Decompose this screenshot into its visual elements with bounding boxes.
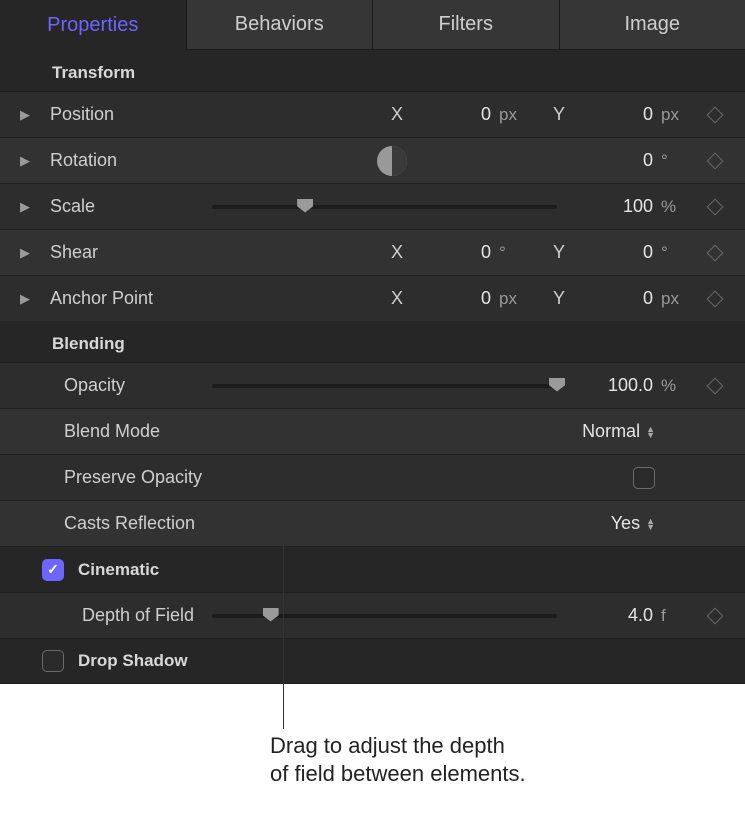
keyframe-rotation[interactable]	[695, 155, 735, 167]
blend-mode-popup[interactable]: Normal ▲▼	[582, 421, 655, 442]
section-blending: Blending	[0, 321, 745, 362]
disclosure-scale[interactable]: ▶	[18, 199, 32, 215]
row-preserve-opacity: Preserve Opacity	[0, 454, 745, 500]
scale-slider[interactable]	[212, 197, 557, 217]
label-preserve-opacity: Preserve Opacity	[32, 467, 212, 488]
callout-text: Drag to adjust the depthof field between…	[270, 732, 526, 788]
label-casts-reflection: Casts Reflection	[32, 513, 212, 534]
label-blend-mode: Blend Mode	[32, 421, 212, 442]
row-rotation: ▶ Rotation 0 °	[0, 137, 745, 183]
scale-unit: %	[661, 197, 691, 217]
position-y-unit: px	[661, 105, 691, 125]
label-position: Position	[32, 104, 212, 125]
label-rotation: Rotation	[32, 150, 212, 171]
label-depth-of-field: Depth of Field	[32, 605, 212, 626]
axis-y: Y	[553, 104, 565, 125]
row-shear: ▶ Shear X 0 ° Y 0 °	[0, 229, 745, 275]
row-position: ▶ Position X 0 px Y 0 px	[0, 91, 745, 137]
anchor-y-unit: px	[661, 289, 691, 309]
axis-y: Y	[553, 242, 565, 263]
axis-x: X	[391, 104, 403, 125]
callout-line	[283, 507, 284, 729]
section-transform: Transform	[0, 50, 745, 91]
axis-y: Y	[553, 288, 565, 309]
popup-arrows-icon: ▲▼	[646, 518, 655, 530]
label-anchor: Anchor Point	[32, 288, 212, 309]
tab-filters[interactable]: Filters	[373, 0, 560, 50]
disclosure-shear[interactable]: ▶	[18, 245, 32, 261]
shear-y-value[interactable]: 0	[577, 242, 655, 263]
opacity-slider[interactable]	[212, 376, 557, 396]
casts-reflection-popup[interactable]: Yes ▲▼	[611, 513, 655, 534]
label-scale: Scale	[32, 196, 212, 217]
row-scale: ▶ Scale 100 %	[0, 183, 745, 229]
preserve-opacity-checkbox[interactable]	[633, 467, 655, 489]
anchor-x-unit: px	[499, 289, 529, 309]
keyframe-anchor[interactable]	[695, 293, 735, 305]
row-blend-mode: Blend Mode Normal ▲▼	[0, 408, 745, 454]
row-opacity: Opacity 100.0 %	[0, 362, 745, 408]
anchor-x-value[interactable]: 0	[415, 288, 493, 309]
depth-of-field-unit: f	[661, 606, 691, 626]
label-shear: Shear	[32, 242, 212, 263]
keyframe-shear[interactable]	[695, 247, 735, 259]
depth-of-field-slider[interactable]	[212, 606, 557, 626]
disclosure-rotation[interactable]: ▶	[18, 153, 32, 169]
section-cinematic: ✓ Cinematic	[0, 546, 745, 592]
drop-shadow-checkbox[interactable]	[42, 650, 64, 672]
popup-arrows-icon: ▲▼	[646, 426, 655, 438]
position-x-unit: px	[499, 105, 529, 125]
section-drop-shadow: Drop Shadow	[0, 638, 745, 684]
shear-y-unit: °	[661, 243, 691, 263]
tab-properties[interactable]: Properties	[0, 0, 187, 50]
keyframe-opacity[interactable]	[695, 380, 735, 392]
label-drop-shadow: Drop Shadow	[78, 651, 188, 671]
tab-behaviors[interactable]: Behaviors	[187, 0, 374, 50]
row-casts-reflection: Casts Reflection Yes ▲▼	[0, 500, 745, 546]
label-opacity: Opacity	[32, 375, 212, 396]
shear-x-unit: °	[499, 243, 529, 263]
position-y-value[interactable]: 0	[577, 104, 655, 125]
scale-value[interactable]: 100	[577, 196, 655, 217]
shear-x-value[interactable]: 0	[415, 242, 493, 263]
keyframe-scale[interactable]	[695, 201, 735, 213]
depth-of-field-value[interactable]: 4.0	[577, 605, 655, 626]
cinematic-checkbox[interactable]: ✓	[42, 559, 64, 581]
label-cinematic: Cinematic	[78, 560, 159, 580]
inspector-panel: Properties Behaviors Filters Image Trans…	[0, 0, 745, 684]
tab-bar: Properties Behaviors Filters Image	[0, 0, 745, 50]
anchor-y-value[interactable]: 0	[577, 288, 655, 309]
rotation-dial[interactable]	[377, 146, 407, 176]
keyframe-depth-of-field[interactable]	[695, 610, 735, 622]
position-x-value[interactable]: 0	[415, 104, 493, 125]
tab-image[interactable]: Image	[560, 0, 745, 50]
rotation-value[interactable]: 0	[577, 150, 655, 171]
opacity-value[interactable]: 100.0	[577, 375, 655, 396]
callout: Drag to adjust the depthof field between…	[0, 684, 745, 799]
row-depth-of-field: Depth of Field 4.0 f	[0, 592, 745, 638]
keyframe-position[interactable]	[695, 109, 735, 121]
axis-x: X	[391, 288, 403, 309]
blend-mode-value: Normal	[582, 421, 640, 442]
opacity-unit: %	[661, 376, 691, 396]
disclosure-position[interactable]: ▶	[18, 107, 32, 123]
casts-reflection-value: Yes	[611, 513, 640, 534]
axis-x: X	[391, 242, 403, 263]
disclosure-anchor[interactable]: ▶	[18, 291, 32, 307]
rotation-unit: °	[661, 151, 691, 171]
row-anchor-point: ▶ Anchor Point X 0 px Y 0 px	[0, 275, 745, 321]
